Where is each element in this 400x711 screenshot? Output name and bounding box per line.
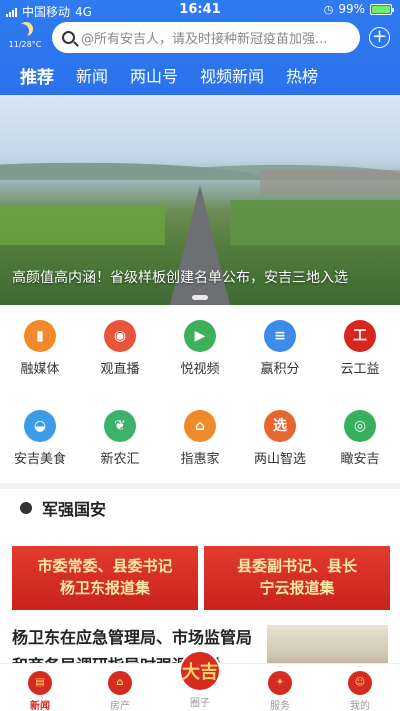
liangshan-select-icon: 选: [264, 410, 296, 442]
nav-realestate[interactable]: ⌂ 房产: [80, 664, 160, 711]
house-icon: ⌂: [108, 671, 132, 695]
report-cards: 市委常委、县委书记 杨卫东报道集 县委副书记、县长 宁云报道集: [0, 546, 400, 610]
grid-item-video[interactable]: ▶ 悦视频: [160, 318, 240, 408]
signal-chart-icon: ▮: [24, 320, 56, 352]
search-placeholder: @所有安吉人，请及时接种新冠疫苗加强...: [81, 32, 328, 47]
banner-carousel[interactable]: 高颜值高内涵！省级样板创建名单公布，安吉三地入选: [0, 95, 400, 305]
section-divider: [0, 483, 400, 489]
weather-widget[interactable]: 11/28°C: [8, 24, 42, 49]
grid-item-live[interactable]: ◉ 观直播: [80, 318, 160, 408]
view-target-icon: ◎: [344, 410, 376, 442]
tab-video-news[interactable]: 视频新闻: [200, 63, 264, 87]
section-header: 军强国安: [20, 496, 106, 520]
bottom-nav: ▤ 新闻 ⌂ 房产 大吉 圈子 ✦ 服务 ☺ 我的: [0, 650, 400, 711]
live-eye-icon: ◉: [104, 320, 136, 352]
daji-circle-icon: 大吉: [179, 650, 221, 692]
home-discount-icon: ⌂: [184, 410, 216, 442]
weather-temp: 11/28°C: [8, 40, 42, 49]
bullet-icon: [20, 502, 32, 514]
battery-percent: 99%: [338, 2, 365, 16]
tab-news[interactable]: 新闻: [76, 63, 108, 87]
search-input[interactable]: @所有安吉人，请及时接种新冠疫苗加强...: [52, 22, 360, 53]
news-icon: ▤: [28, 671, 52, 695]
status-bar: 中国移动 4G 16:41 ◷ 99%: [0, 0, 400, 20]
food-cloche-icon: ◒: [24, 410, 56, 442]
nav-circle[interactable]: 大吉 圈子: [160, 650, 240, 711]
grid-item-rongmeiti[interactable]: ▮ 融媒体: [0, 318, 80, 408]
nav-news[interactable]: ▤ 新闻: [0, 664, 80, 711]
carousel-indicator: [192, 295, 208, 300]
alarm-icon: ◷: [323, 2, 334, 16]
search-icon: [62, 31, 75, 44]
profile-icon: ☺: [348, 671, 372, 695]
add-button[interactable]: +: [369, 27, 390, 48]
app-header: 中国移动 4G 16:41 ◷ 99% 11/28°C @所有安吉人，请及时接种…: [0, 0, 400, 95]
report-card-mayor[interactable]: 县委副书记、县长 宁云报道集: [204, 546, 390, 610]
nav-service[interactable]: ✦ 服务: [240, 664, 320, 711]
report-card-secretary[interactable]: 市委常委、县委书记 杨卫东报道集: [12, 546, 198, 610]
grid-item-points[interactable]: ≡ 赢积分: [240, 318, 320, 408]
feature-grid: ▮ 融媒体 ◉ 观直播 ▶ 悦视频 ≡ 赢积分 工云工益 ◒ 安吉美食 ❦ 新农汇 ⌂ 指惠家…: [0, 318, 400, 498]
service-icon: ✦: [268, 671, 292, 695]
tab-recommend[interactable]: 推荐: [20, 63, 54, 88]
video-film-icon: ▶: [184, 320, 216, 352]
coin-stack-icon: ≡: [264, 320, 296, 352]
tab-liangshan[interactable]: 两山号: [130, 63, 178, 87]
section-title: 军强国安: [42, 500, 107, 519]
tab-hot-list[interactable]: 热榜: [286, 63, 318, 87]
nav-profile[interactable]: ☺ 我的: [320, 664, 400, 711]
moon-icon: [15, 24, 29, 38]
channel-tabs: 推荐 新闻 两山号 视频新闻 热榜: [0, 58, 400, 92]
gongyi-icon: 工: [344, 320, 376, 352]
grid-item-gongyi[interactable]: 工云工益: [320, 318, 400, 408]
battery-icon: [370, 3, 394, 15]
farm-leaf-icon: ❦: [104, 410, 136, 442]
banner-caption: 高颜值高内涵！省级样板创建名单公布，安吉三地入选: [12, 270, 348, 286]
